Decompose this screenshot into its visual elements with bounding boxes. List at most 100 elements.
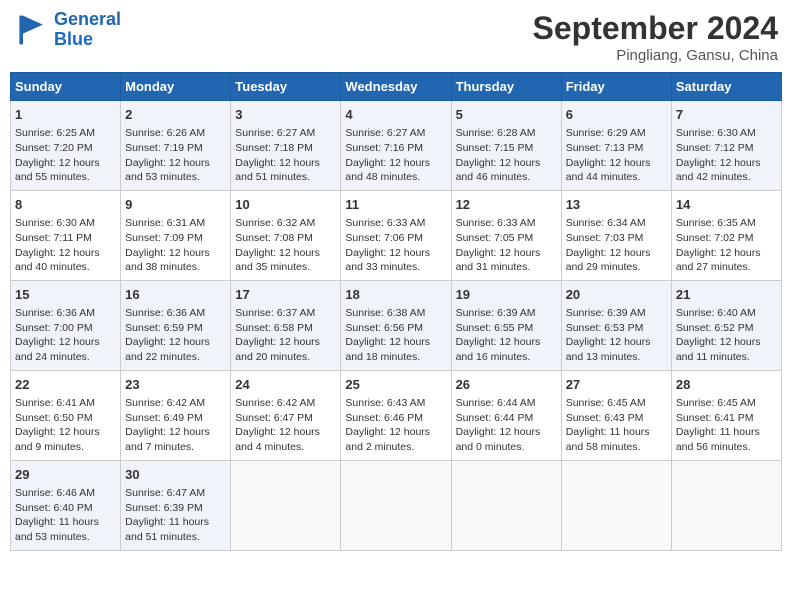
day-info: Sunrise: 6:33 AMSunset: 7:05 PMDaylight:… [456,216,557,275]
day-number: 6 [566,106,667,124]
day-info: Sunrise: 6:33 AMSunset: 7:06 PMDaylight:… [345,216,446,275]
day-info: Sunrise: 6:27 AMSunset: 7:16 PMDaylight:… [345,126,446,185]
day-number: 3 [235,106,336,124]
day-info: Sunrise: 6:31 AMSunset: 7:09 PMDaylight:… [125,216,226,275]
day-info: Sunrise: 6:44 AMSunset: 6:44 PMDaylight:… [456,396,557,455]
day-info: Sunrise: 6:42 AMSunset: 6:49 PMDaylight:… [125,396,226,455]
day-number: 13 [566,196,667,214]
day-number: 22 [15,376,116,394]
week-row-1: 1Sunrise: 6:25 AMSunset: 7:20 PMDaylight… [11,101,782,191]
day-info: Sunrise: 6:41 AMSunset: 6:50 PMDaylight:… [15,396,116,455]
day-number: 29 [15,466,116,484]
calendar-cell: 16 Sunrise: 6:36 AMSunset: 6:59 PMDayligh… [121,280,231,370]
calendar-cell: 21Sunrise: 6:40 AMSunset: 6:52 PMDayligh… [671,280,781,370]
day-info: Sunrise: 6:29 AMSunset: 7:13 PMDaylight:… [566,126,667,185]
title-block: September 2024 Pingliang, Gansu, China [533,10,778,64]
calendar-cell: 1Sunrise: 6:25 AMSunset: 7:20 PMDaylight… [11,101,121,191]
day-info: Sunrise: 6:30 AMSunset: 7:11 PMDaylight:… [15,216,116,275]
day-header-sunday: Sunday [11,73,121,101]
day-number: 18 [345,286,446,304]
day-info: Sunrise: 6:47 AMSunset: 6:39 PMDaylight:… [125,486,226,545]
day-info: Sunrise: 6:45 AMSunset: 6:41 PMDaylight:… [676,396,777,455]
logo-icon [14,12,50,48]
calendar-cell: 10 Sunrise: 6:32 AMSunset: 7:08 PMDayligh… [231,190,341,280]
day-number: 11 [345,196,446,214]
day-number: 2 [125,106,226,124]
day-number: 30 [125,466,226,484]
week-row-5: 29 Sunrise: 6:46 AMSunset: 6:40 PMDayligh… [11,460,782,550]
calendar-cell: 25 Sunrise: 6:43 AMSunset: 6:46 PMDayligh… [341,370,451,460]
calendar-cell: 13Sunrise: 6:34 AMSunset: 7:03 PMDayligh… [561,190,671,280]
week-row-2: 8 Sunrise: 6:30 AMSunset: 7:11 PMDaylight… [11,190,782,280]
day-header-monday: Monday [121,73,231,101]
week-row-4: 22 Sunrise: 6:41 AMSunset: 6:50 PMDayligh… [11,370,782,460]
day-info: Sunrise: 6:27 AMSunset: 7:18 PMDaylight:… [235,126,336,185]
day-number: 19 [456,286,557,304]
calendar-cell: 3 Sunrise: 6:27 AMSunset: 7:18 PMDaylight… [231,101,341,191]
day-number: 9 [125,196,226,214]
calendar-cell: 20Sunrise: 6:39 AMSunset: 6:53 PMDayligh… [561,280,671,370]
day-info: Sunrise: 6:45 AMSunset: 6:43 PMDaylight:… [566,396,667,455]
day-number: 10 [235,196,336,214]
calendar-cell: 30 Sunrise: 6:47 AMSunset: 6:39 PMDayligh… [121,460,231,550]
day-number: 16 [125,286,226,304]
day-number: 25 [345,376,446,394]
day-info: Sunrise: 6:32 AMSunset: 7:08 PMDaylight:… [235,216,336,275]
calendar-cell: 28 Sunrise: 6:45 AMSunset: 6:41 PMDayligh… [671,370,781,460]
calendar-cell: 14 Sunrise: 6:35 AMSunset: 7:02 PMDayligh… [671,190,781,280]
day-number: 20 [566,286,667,304]
calendar-cell: 23 Sunrise: 6:42 AMSunset: 6:49 PMDayligh… [121,370,231,460]
calendar-cell: 29 Sunrise: 6:46 AMSunset: 6:40 PMDayligh… [11,460,121,550]
calendar-cell: 18 Sunrise: 6:38 AMSunset: 6:56 PMDayligh… [341,280,451,370]
calendar-cell: 12 Sunrise: 6:33 AMSunset: 7:05 PMDayligh… [451,190,561,280]
day-number: 1 [15,106,116,124]
calendar-cell [231,460,341,550]
page-header: General Blue September 2024 Pingliang, G… [10,10,782,64]
day-number: 26 [456,376,557,394]
calendar-cell: 27Sunrise: 6:45 AMSunset: 6:43 PMDayligh… [561,370,671,460]
day-info: Sunrise: 6:35 AMSunset: 7:02 PMDaylight:… [676,216,777,275]
day-header-saturday: Saturday [671,73,781,101]
calendar-cell [671,460,781,550]
calendar-cell: 24Sunrise: 6:42 AMSunset: 6:47 PMDayligh… [231,370,341,460]
calendar-cell [561,460,671,550]
day-info: Sunrise: 6:28 AMSunset: 7:15 PMDaylight:… [456,126,557,185]
calendar-cell: 7 Sunrise: 6:30 AMSunset: 7:12 PMDaylight… [671,101,781,191]
week-row-3: 15Sunrise: 6:36 AMSunset: 7:00 PMDayligh… [11,280,782,370]
day-info: Sunrise: 6:36 AMSunset: 6:59 PMDaylight:… [125,306,226,365]
logo-text: General Blue [54,10,121,50]
location: Pingliang, Gansu, China [533,47,778,64]
calendar-cell: 11 Sunrise: 6:33 AMSunset: 7:06 PMDayligh… [341,190,451,280]
day-number: 5 [456,106,557,124]
day-info: Sunrise: 6:37 AMSunset: 6:58 PMDaylight:… [235,306,336,365]
day-number: 28 [676,376,777,394]
day-info: Sunrise: 6:36 AMSunset: 7:00 PMDaylight:… [15,306,116,365]
calendar-cell: 15Sunrise: 6:36 AMSunset: 7:00 PMDayligh… [11,280,121,370]
logo: General Blue [14,10,121,50]
day-number: 4 [345,106,446,124]
day-number: 21 [676,286,777,304]
month-title: September 2024 [533,10,778,47]
day-info: Sunrise: 6:26 AMSunset: 7:19 PMDaylight:… [125,126,226,185]
day-number: 14 [676,196,777,214]
calendar-cell: 17 Sunrise: 6:37 AMSunset: 6:58 PMDayligh… [231,280,341,370]
calendar-cell: 5 Sunrise: 6:28 AMSunset: 7:15 PMDaylight… [451,101,561,191]
day-number: 12 [456,196,557,214]
day-info: Sunrise: 6:46 AMSunset: 6:40 PMDaylight:… [15,486,116,545]
calendar-cell: 9 Sunrise: 6:31 AMSunset: 7:09 PMDaylight… [121,190,231,280]
calendar-cell: 22 Sunrise: 6:41 AMSunset: 6:50 PMDayligh… [11,370,121,460]
day-info: Sunrise: 6:38 AMSunset: 6:56 PMDaylight:… [345,306,446,365]
calendar-table: SundayMondayTuesdayWednesdayThursdayFrid… [10,72,782,551]
day-header-wednesday: Wednesday [341,73,451,101]
day-info: Sunrise: 6:42 AMSunset: 6:47 PMDaylight:… [235,396,336,455]
day-number: 8 [15,196,116,214]
calendar-cell: 19 Sunrise: 6:39 AMSunset: 6:55 PMDayligh… [451,280,561,370]
day-info: Sunrise: 6:30 AMSunset: 7:12 PMDaylight:… [676,126,777,185]
calendar-cell [451,460,561,550]
day-number: 17 [235,286,336,304]
day-info: Sunrise: 6:43 AMSunset: 6:46 PMDaylight:… [345,396,446,455]
day-number: 7 [676,106,777,124]
calendar-cell: 8 Sunrise: 6:30 AMSunset: 7:11 PMDaylight… [11,190,121,280]
day-info: Sunrise: 6:39 AMSunset: 6:55 PMDaylight:… [456,306,557,365]
day-number: 23 [125,376,226,394]
